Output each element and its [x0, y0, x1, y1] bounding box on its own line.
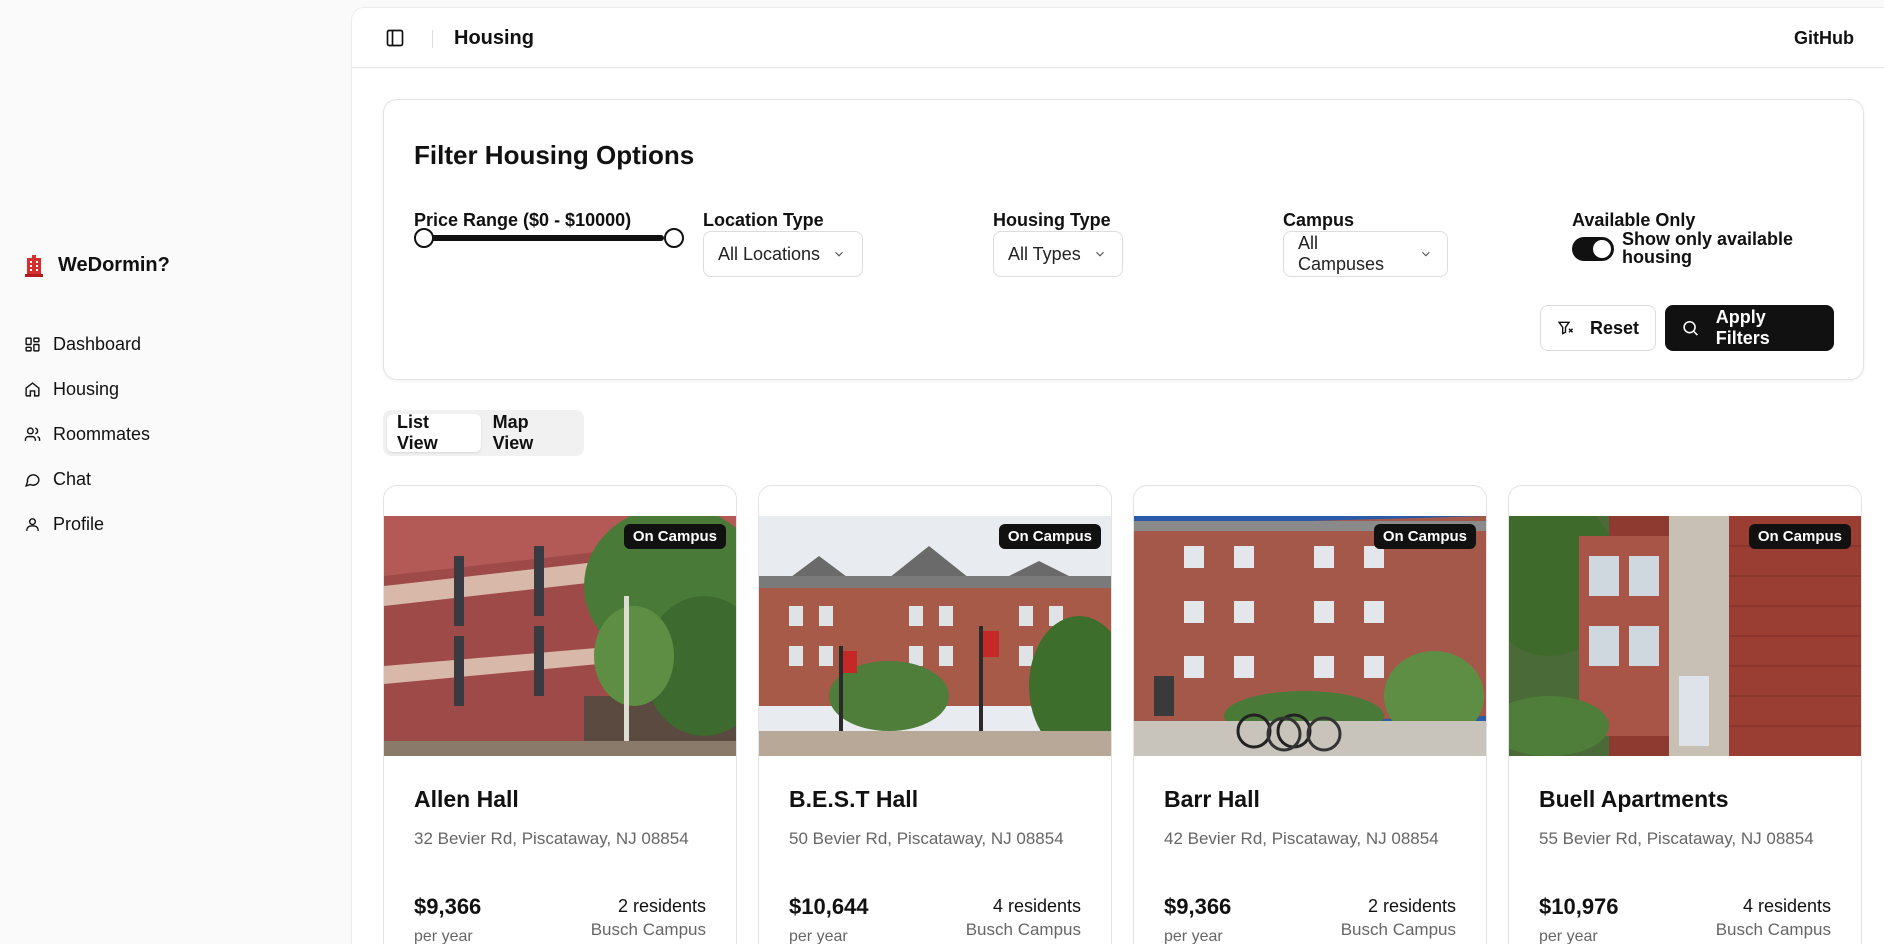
listing-address: 42 Bevier Rd, Piscataway, NJ 08854	[1164, 829, 1439, 848]
listing-name: B.E.S.T Hall	[789, 786, 919, 812]
chevron-down-icon	[1095, 251, 1104, 257]
sidebar-item-label: Dashboard	[53, 334, 142, 354]
sidebar-item-roommates[interactable]: Roommates	[24, 412, 150, 457]
dashboard-icon	[25, 337, 40, 352]
on-campus-badge: On Campus	[998, 524, 1101, 549]
reset-button[interactable]: Reset	[1540, 305, 1656, 351]
price-min-handle[interactable]	[414, 228, 434, 248]
sidebar-item-housing[interactable]: Housing	[24, 367, 150, 412]
campus-select[interactable]: All Campuses	[1283, 231, 1448, 277]
search-icon	[1683, 320, 1698, 336]
listing-photo: On Campus	[384, 516, 736, 756]
listing-price: $9,366	[1164, 894, 1232, 919]
campus-label: Campus	[1283, 210, 1355, 230]
listing-residents: 2 residents	[1367, 896, 1456, 916]
available-only-toggle[interactable]	[1572, 237, 1614, 261]
listing-address: 32 Bevier Rd, Piscataway, NJ 08854	[414, 829, 689, 848]
listing-residents: 4 residents	[992, 896, 1081, 916]
listing-price-period: per year	[1539, 928, 1598, 944]
filter-reset-icon	[1557, 321, 1574, 335]
sidebar-item-label: Chat	[53, 469, 92, 489]
listing-name: Allen Hall	[414, 786, 519, 812]
reset-label: Reset	[1589, 317, 1639, 338]
github-link[interactable]: GitHub	[1794, 28, 1854, 49]
sidebar-item-label: Roommates	[53, 424, 151, 444]
listing-price-period: per year	[1164, 928, 1223, 944]
campus-value: All Campuses	[1298, 233, 1385, 274]
listing-price-period: per year	[789, 928, 848, 944]
listing-price: $10,644	[789, 894, 869, 919]
available-only-label: Available Only	[1572, 210, 1696, 230]
chevron-down-icon	[1422, 251, 1430, 257]
apply-filters-label: Apply Filters	[1715, 307, 1770, 348]
user-icon	[26, 518, 39, 531]
listing-name: Barr Hall	[1164, 786, 1260, 812]
on-campus-badge: On Campus	[1373, 524, 1476, 549]
listing-photo: On Campus	[1134, 516, 1486, 756]
sidebar-item-label: Housing	[53, 379, 120, 399]
sidebar-nav: Dashboard Housing Roommates Chat Profile	[24, 322, 150, 547]
sidebar-item-label: Profile	[53, 514, 105, 534]
main-content: Housing GitHub Filter Housing Options Pr…	[352, 8, 1884, 944]
housing-type-select[interactable]: All Types	[993, 231, 1123, 277]
tab-list-view[interactable]: List View	[387, 412, 481, 453]
listing-address: 55 Bevier Rd, Piscataway, NJ 08854	[1539, 829, 1814, 848]
listing-card-buell-apartments[interactable]: On Campus Buell Apartments 55 Bevier Rd,…	[1508, 485, 1862, 944]
sidebar: WeDormin? Dashboard Housing Roommates Ch…	[0, 0, 352, 944]
listing-address: 50 Bevier Rd, Piscataway, NJ 08854	[789, 829, 1064, 848]
chat-icon	[25, 474, 40, 487]
location-type-select[interactable]: All Locations	[703, 231, 863, 277]
tab-map-view[interactable]: Map View	[483, 412, 580, 453]
price-slider-track[interactable]	[424, 235, 664, 241]
on-campus-badge: On Campus	[623, 524, 726, 549]
listing-price-period: per year	[414, 928, 473, 944]
listing-campus: Busch Campus	[590, 920, 706, 939]
housing-type-value: All Types	[1008, 243, 1081, 264]
page-title: Housing	[454, 27, 534, 49]
listing-card-allen-hall[interactable]: On Campus Allen Hall 32 Bevier Rd, Pisca…	[383, 485, 737, 944]
home-icon	[25, 382, 40, 397]
sidebar-item-chat[interactable]: Chat	[24, 457, 150, 502]
on-campus-badge: On Campus	[1748, 524, 1851, 549]
listing-campus: Busch Campus	[965, 920, 1081, 939]
divider	[432, 30, 433, 48]
housing-type-label: Housing Type	[993, 210, 1111, 230]
filter-panel: Filter Housing Options Price Range ($0 -…	[383, 99, 1864, 380]
top-bar: Housing GitHub	[352, 8, 1884, 68]
apply-filters-button[interactable]: Apply Filters	[1665, 305, 1834, 351]
chevron-down-icon	[835, 251, 843, 257]
listing-card-best-hall[interactable]: On Campus B.E.S.T Hall 50 Bevier Rd, Pis…	[758, 485, 1112, 944]
listing-photo: On Campus	[1509, 516, 1861, 756]
users-icon	[24, 427, 41, 441]
brand[interactable]: WeDormin?	[24, 254, 170, 277]
listing-name: Buell Apartments	[1539, 786, 1729, 812]
listing-photo: On Campus	[759, 516, 1111, 756]
listing-residents: 2 residents	[617, 896, 706, 916]
listing-residents: 4 residents	[1742, 896, 1831, 916]
price-max-handle[interactable]	[664, 228, 684, 248]
listing-campus: Busch Campus	[1715, 920, 1831, 939]
price-range-label: Price Range ($0 - $10000)	[414, 210, 632, 230]
listing-card-barr-hall[interactable]: On Campus Barr Hall 42 Bevier Rd, Piscat…	[1133, 485, 1487, 944]
sidebar-item-dashboard[interactable]: Dashboard	[24, 322, 150, 367]
view-tabs: List View Map View	[383, 410, 584, 456]
listing-campus: Busch Campus	[1340, 920, 1456, 939]
location-type-value: All Locations	[718, 243, 821, 264]
brand-name: WeDormin?	[58, 254, 170, 276]
listing-price: $10,976	[1539, 894, 1619, 919]
available-only-toggle-label: Show only available housing	[1622, 229, 1794, 267]
sidebar-toggle-icon[interactable]	[385, 28, 405, 48]
filter-title: Filter Housing Options	[414, 140, 695, 170]
listing-price: $9,366	[414, 894, 482, 919]
building-icon	[25, 254, 43, 277]
location-type-label: Location Type	[703, 210, 824, 230]
sidebar-item-profile[interactable]: Profile	[24, 502, 150, 547]
